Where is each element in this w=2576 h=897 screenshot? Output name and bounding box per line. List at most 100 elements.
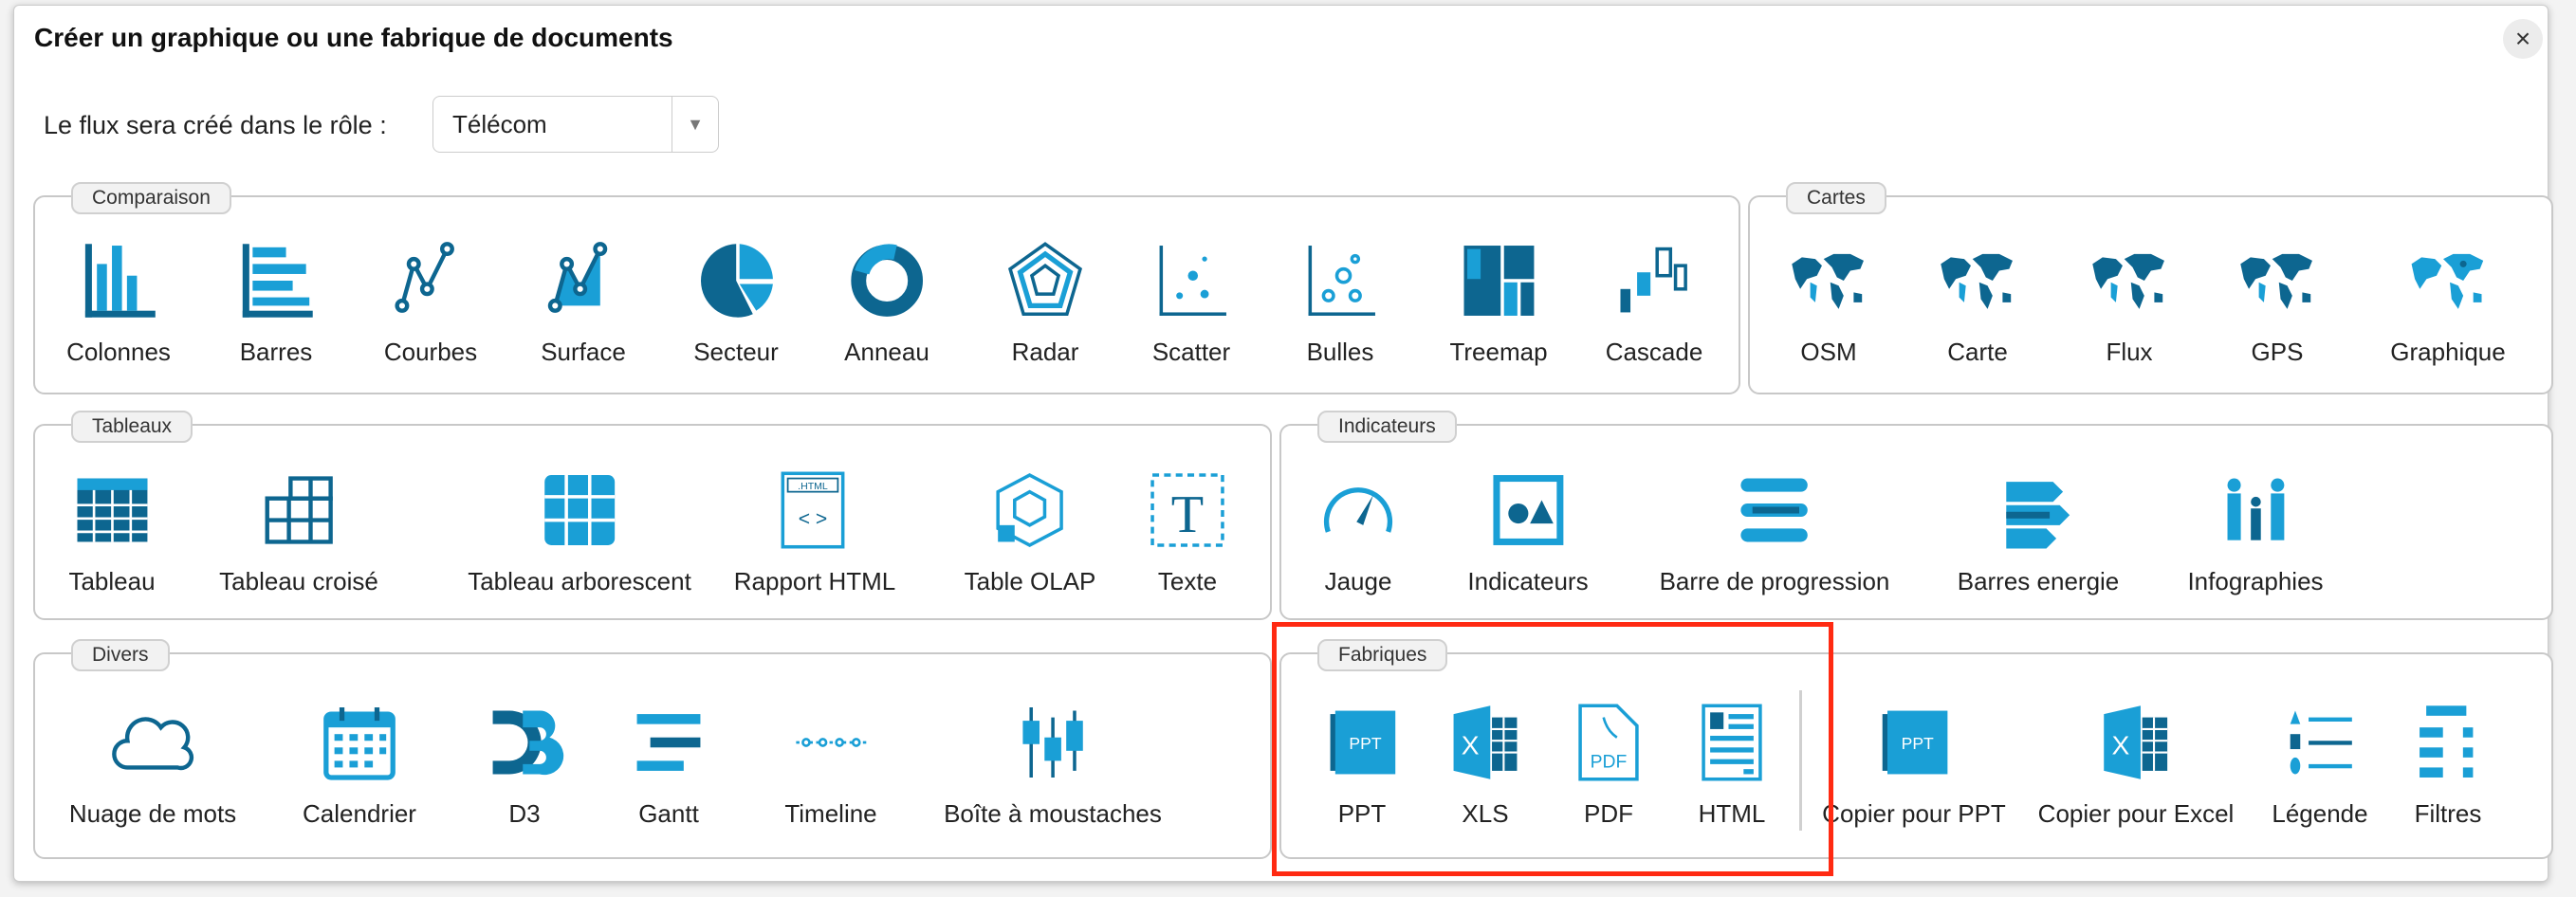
- item-xls[interactable]: X XLS: [1444, 701, 1527, 829]
- item-label: Nuage de mots: [68, 799, 237, 828]
- close-icon: ×: [2514, 24, 2531, 53]
- item-label: HTML: [1698, 799, 1766, 828]
- item-gantt[interactable]: Gantt: [627, 701, 710, 829]
- tableau-croise-icon: [265, 476, 333, 544]
- item-label: OSM: [1800, 338, 1857, 366]
- item-scatter[interactable]: Scatter: [1150, 239, 1233, 367]
- svg-text:X: X: [1462, 730, 1480, 760]
- item-label: Courbes: [383, 338, 478, 366]
- item-table-olap[interactable]: Table OLAP: [965, 468, 1095, 596]
- item-label: Colonnes: [66, 338, 171, 366]
- item-infographies[interactable]: Infographies: [2187, 468, 2324, 596]
- item-label: Graphique: [2390, 338, 2506, 366]
- item-label: GPS: [2251, 338, 2304, 366]
- close-button[interactable]: ×: [2503, 19, 2543, 59]
- item-filtres[interactable]: Filtres: [2406, 701, 2490, 829]
- item-calendrier[interactable]: Calendrier: [303, 701, 416, 829]
- item-label: Tableau: [68, 567, 156, 595]
- item-bulles[interactable]: Bulles: [1298, 239, 1382, 367]
- item-label: Carte: [1947, 338, 2008, 366]
- item-label: Cascade: [1605, 338, 1703, 366]
- item-tableau-arborescent[interactable]: Tableau arborescent: [468, 468, 691, 596]
- item-indicateurs[interactable]: Indicateurs: [1467, 468, 1589, 596]
- legende-icon: [2290, 710, 2352, 775]
- calendrier-icon: [323, 707, 396, 780]
- item-timeline[interactable]: Timeline: [784, 701, 877, 829]
- item-label: Barre de progression: [1659, 567, 1890, 595]
- item-label: Tableau croisé: [219, 567, 378, 595]
- xls-icon: X: [1453, 705, 1518, 779]
- section-title: Cartes: [1786, 182, 1886, 214]
- item-label: Anneau: [844, 338, 929, 366]
- item-label: Gantt: [638, 799, 699, 828]
- item-surface[interactable]: Surface: [541, 239, 626, 367]
- item-label: Secteur: [693, 338, 779, 366]
- item-ppt[interactable]: PPT PPT: [1320, 701, 1404, 829]
- html-icon: [1702, 704, 1762, 781]
- flux-icon: [2092, 253, 2164, 309]
- svg-text:< >: < >: [799, 508, 828, 530]
- bulles-icon: [1308, 246, 1375, 316]
- ppt-icon: PPT: [1330, 710, 1396, 775]
- item-carte[interactable]: Carte: [1936, 239, 2019, 367]
- item-barres[interactable]: Barres: [234, 239, 318, 367]
- item-barre-de-progression[interactable]: Barre de progression: [1659, 468, 1890, 596]
- item-rapport-html[interactable]: .HTML < > Rapport HTML: [734, 468, 895, 596]
- item-courbes[interactable]: Courbes: [384, 239, 477, 367]
- item-label: Treemap: [1449, 338, 1548, 366]
- timeline-icon: [796, 738, 866, 747]
- item-label: Surface: [541, 338, 626, 366]
- role-label: Le flux sera créé dans le rôle :: [44, 111, 387, 139]
- item-copier-pour-excel[interactable]: X Copier pour Excel: [2037, 701, 2235, 829]
- svg-text:PPT: PPT: [1901, 734, 1933, 753]
- section-title: Divers: [71, 639, 170, 671]
- item-label: Copier pour Excel: [2037, 799, 2235, 828]
- chevron-down-icon[interactable]: ▼: [672, 97, 718, 152]
- item-legende[interactable]: Légende: [2272, 701, 2368, 829]
- graphique-icon: [2411, 253, 2483, 309]
- svg-text:PDF: PDF: [1591, 751, 1628, 772]
- texte-icon: T: [1150, 473, 1224, 547]
- item-label: Texte: [1157, 567, 1218, 595]
- role-select-value: Télécom: [452, 110, 547, 138]
- d3-icon: [492, 710, 564, 776]
- indicateurs-icon: [1493, 475, 1563, 545]
- item-label: Barres energie: [1957, 567, 2120, 595]
- item-pdf[interactable]: PDF PDF: [1567, 701, 1650, 829]
- svg-text:T: T: [1171, 485, 1204, 544]
- item-colonnes[interactable]: Colonnes: [66, 239, 171, 367]
- item-nuage-de-mots[interactable]: Nuage de mots: [69, 701, 236, 829]
- item-jauge[interactable]: Jauge: [1316, 468, 1400, 596]
- scatter-icon: [1159, 246, 1226, 316]
- item-label: Radar: [1011, 338, 1079, 366]
- item-label: Jauge: [1324, 567, 1392, 595]
- item-secteur[interactable]: Secteur: [693, 239, 779, 367]
- copier-pour-ppt-icon: PPT: [1882, 710, 1948, 775]
- item-cascade[interactable]: Cascade: [1605, 239, 1703, 367]
- item-graphique[interactable]: Graphique: [2390, 239, 2506, 367]
- item-radar[interactable]: Radar: [1003, 239, 1087, 367]
- item-tableau[interactable]: Tableau: [68, 468, 156, 596]
- role-select[interactable]: Télécom ▼: [432, 96, 719, 153]
- gantt-icon: [636, 714, 701, 771]
- nuage-de-mots-icon: [112, 717, 194, 771]
- item-tableau-croise[interactable]: Tableau croisé: [219, 468, 378, 596]
- item-texte[interactable]: T Texte: [1146, 468, 1229, 596]
- item-barres-energie[interactable]: Barres energie: [1957, 468, 2120, 596]
- boite-a-moustaches-icon: [1022, 707, 1083, 778]
- anneau-icon: [851, 244, 923, 317]
- barres-energie-icon: [2006, 482, 2070, 549]
- item-copier-pour-ppt[interactable]: PPT Copier pour PPT: [1822, 701, 2006, 829]
- item-treemap[interactable]: Treemap: [1449, 239, 1548, 367]
- item-flux[interactable]: Flux: [2088, 239, 2171, 367]
- pdf-icon: PDF: [1578, 704, 1639, 781]
- dialog-title: Créer un graphique ou une fabrique de do…: [34, 23, 673, 52]
- gps-icon: [2240, 253, 2312, 309]
- item-osm[interactable]: OSM: [1787, 239, 1870, 367]
- item-gps[interactable]: GPS: [2236, 239, 2319, 367]
- item-html[interactable]: HTML: [1690, 701, 1774, 829]
- item-d3[interactable]: D3: [483, 701, 566, 829]
- item-boite-a-moustaches[interactable]: Boîte à moustaches: [944, 701, 1162, 829]
- svg-text:.HTML: .HTML: [798, 481, 828, 492]
- item-anneau[interactable]: Anneau: [844, 239, 929, 367]
